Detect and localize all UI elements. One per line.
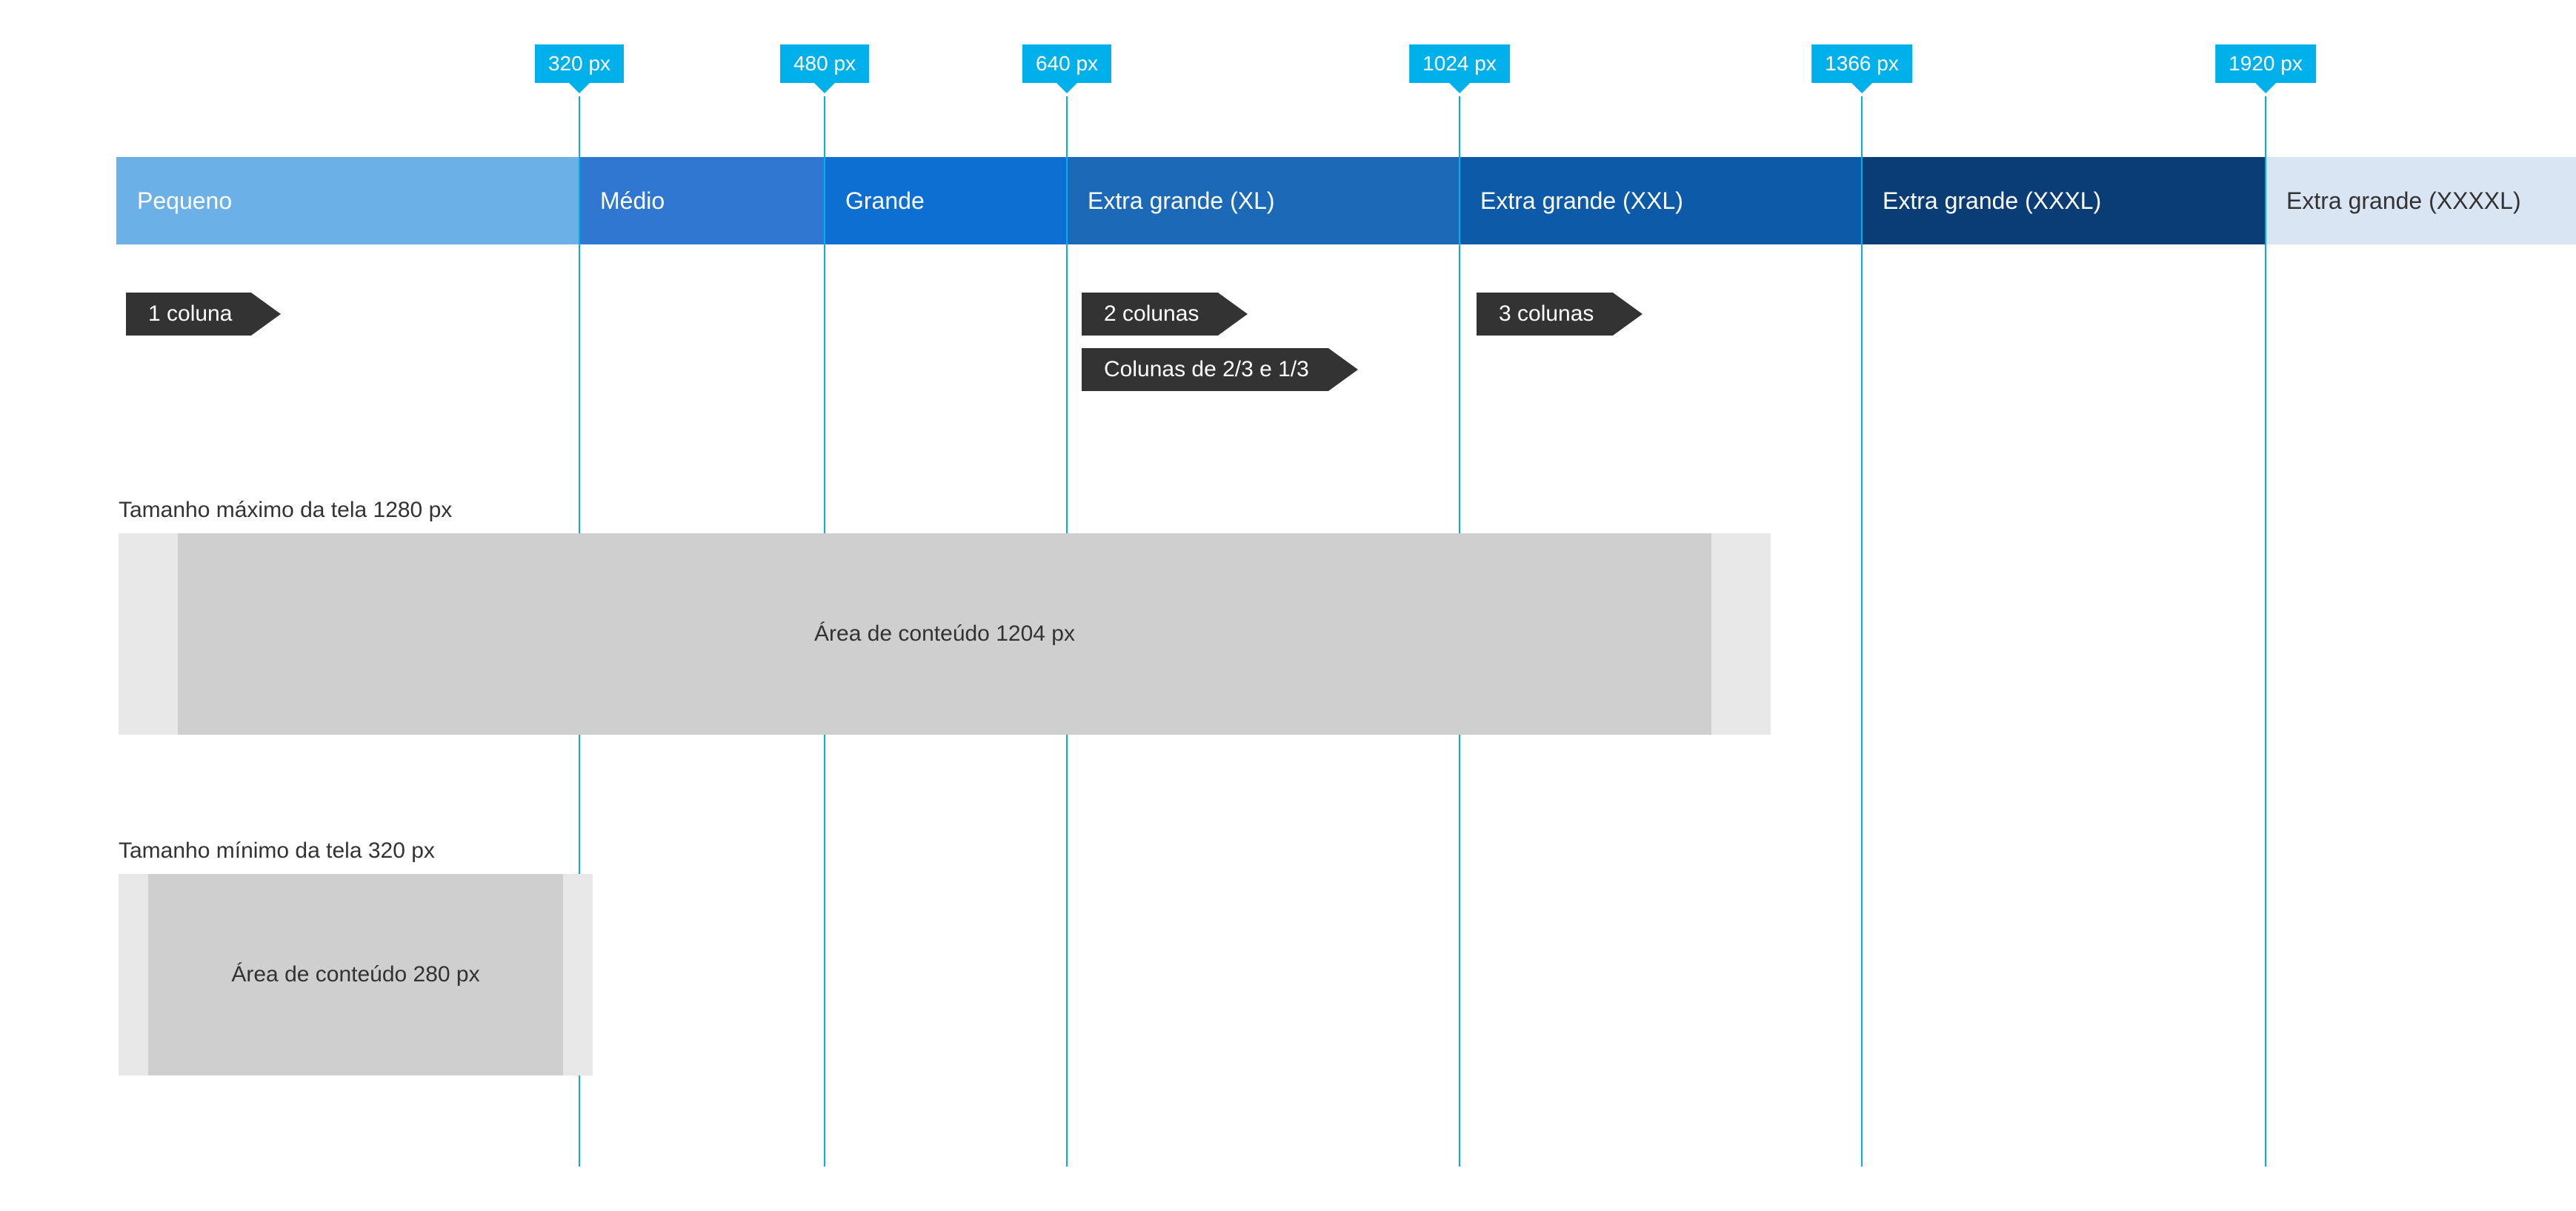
size-band-label: Extra grande (XXL) <box>1480 187 1683 215</box>
column-tag-label: 3 colunas <box>1477 293 1613 336</box>
size-band-label: Extra grande (XXXL) <box>1883 187 2101 215</box>
column-tag-label: Colunas de 2/3 e 1/3 <box>1082 348 1328 391</box>
size-band-label: Extra grande (XL) <box>1088 187 1275 215</box>
size-band-1: Médio <box>579 157 825 244</box>
min-screen-label: Tamanho mínimo da tela 320 px <box>119 838 435 864</box>
breakpoint-line <box>1861 96 1863 1167</box>
breakpoint-marker: 480 px <box>780 44 869 83</box>
breakpoint-marker-label: 1024 px <box>1409 44 1510 83</box>
column-tag-label: 1 coluna <box>126 293 251 336</box>
column-tag: 2 colunas <box>1082 293 1248 336</box>
column-tag: 3 colunas <box>1477 293 1643 336</box>
chevron-right-icon <box>1328 348 1358 391</box>
breakpoint-marker: 1366 px <box>1811 44 1912 83</box>
breakpoint-marker-label: 640 px <box>1022 44 1111 83</box>
size-band-4: Extra grande (XXL) <box>1460 157 1862 244</box>
breakpoint-marker: 320 px <box>535 44 624 83</box>
breakpoint-diagram: Pequeno Médio Grande Extra grande (XL) Extra… <box>0 0 2576 1211</box>
chevron-right-icon <box>1218 293 1248 336</box>
column-tag-label: 2 colunas <box>1082 293 1218 336</box>
breakpoint-marker: 1024 px <box>1409 44 1510 83</box>
column-tag: Colunas de 2/3 e 1/3 <box>1082 348 1358 391</box>
breakpoint-marker-label: 320 px <box>535 44 624 83</box>
size-band-5: Extra grande (XXXL) <box>1862 157 2266 244</box>
min-content-box: Área de conteúdo 280 px <box>148 874 563 1075</box>
max-content-label: Área de conteúdo 1204 px <box>814 621 1075 647</box>
breakpoint-marker: 1920 px <box>2215 44 2316 83</box>
breakpoint-marker-label: 1366 px <box>1811 44 1912 83</box>
size-band-6: Extra grande (XXXXL) <box>2266 157 2576 244</box>
max-screen-label: Tamanho máximo da tela 1280 px <box>119 498 452 523</box>
size-band-label: Extra grande (XXXXL) <box>2286 187 2521 215</box>
breakpoint-marker-label: 480 px <box>780 44 869 83</box>
chevron-right-icon <box>251 293 281 336</box>
size-band-2: Grande <box>825 157 1067 244</box>
breakpoint-line <box>2265 96 2266 1167</box>
breakpoint-marker: 640 px <box>1022 44 1111 83</box>
size-band-label: Pequeno <box>137 187 232 215</box>
size-band-label: Médio <box>600 187 665 215</box>
size-band-3: Extra grande (XL) <box>1067 157 1460 244</box>
column-tag: 1 coluna <box>126 293 281 336</box>
size-band-label: Grande <box>845 187 925 215</box>
min-content-label: Área de conteúdo 280 px <box>231 962 479 987</box>
max-content-box: Área de conteúdo 1204 px <box>178 533 1711 735</box>
breakpoint-marker-label: 1920 px <box>2215 44 2316 83</box>
size-band-0: Pequeno <box>116 157 579 244</box>
chevron-right-icon <box>1613 293 1643 336</box>
